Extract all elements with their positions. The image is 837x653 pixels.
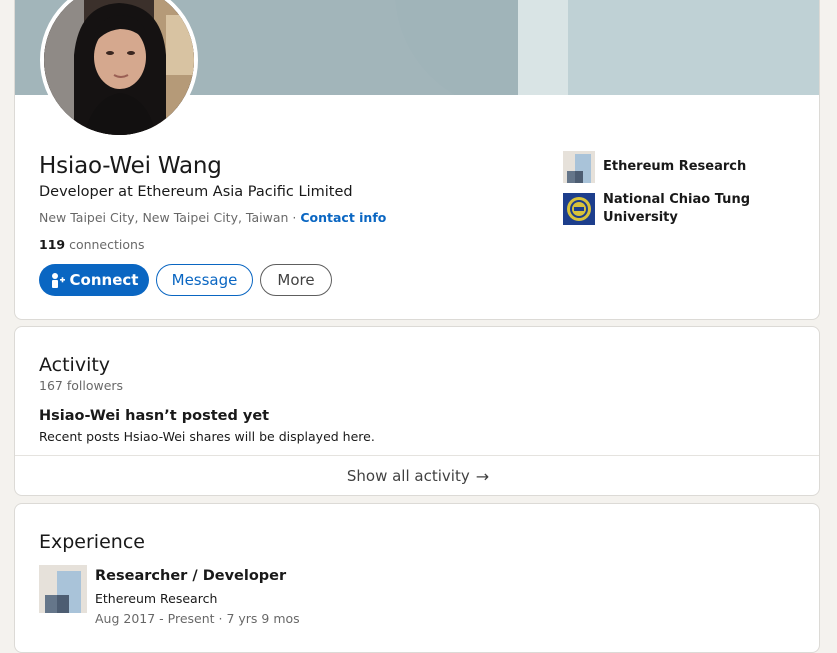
connect-label: Connect	[69, 271, 139, 289]
connections-label: connections	[65, 237, 145, 252]
profile-name: Hsiao-Wei Wang	[39, 153, 222, 179]
contact-info-link[interactable]: Contact info	[300, 210, 386, 225]
profile-headline: Developer at Ethereum Asia Pacific Limit…	[39, 184, 353, 200]
no-posts-description: Recent posts Hsiao-Wei shares will be di…	[39, 429, 375, 444]
followers-count: 167 followers	[39, 378, 124, 393]
profile-card: Hsiao-Wei Wang Developer at Ethereum Asi…	[14, 0, 820, 320]
show-all-activity-button[interactable]: Show all activity →	[15, 456, 819, 495]
nctu-seal-logo	[563, 193, 595, 225]
connections-number: 119	[39, 237, 66, 252]
avatar-photo	[44, 0, 194, 135]
activity-title: Activity	[39, 354, 111, 376]
no-posts-title: Hsiao-Wei hasn’t posted yet	[39, 408, 270, 424]
location-row: New Taipei City, New Taipei City, Taiwan…	[39, 210, 386, 225]
connections-count[interactable]: 119 connections	[39, 237, 144, 252]
experience-title: Experience	[39, 531, 145, 553]
add-person-icon	[51, 273, 65, 288]
experience-role[interactable]: Researcher / Developer	[95, 568, 286, 584]
profile-avatar[interactable]	[40, 0, 198, 139]
ethereum-research-logo	[563, 151, 595, 183]
experience-company: Ethereum Research	[95, 591, 218, 606]
show-all-label: Show all activity	[346, 467, 470, 485]
org-nctu[interactable]: National Chiao Tung University	[563, 191, 753, 227]
org-ethereum-research[interactable]: Ethereum Research	[563, 151, 746, 183]
connect-button[interactable]: Connect	[39, 264, 149, 296]
more-button[interactable]: More	[260, 264, 332, 296]
profile-location: New Taipei City, New Taipei City, Taiwan	[39, 210, 289, 225]
arrow-right-icon: →	[475, 466, 490, 486]
activity-card: Activity 167 followers Hsiao-Wei hasn’t …	[14, 326, 820, 496]
location-separator: ·	[288, 210, 301, 225]
org-label: National Chiao Tung University	[603, 192, 750, 225]
org-label: Ethereum Research	[603, 159, 747, 174]
experience-dates: Aug 2017 - Present · 7 yrs 9 mos	[95, 611, 300, 626]
experience-card: Experience Researcher / Developer Ethere…	[14, 503, 820, 653]
ethereum-research-logo[interactable]	[39, 565, 87, 613]
message-button[interactable]: Message	[156, 264, 253, 296]
